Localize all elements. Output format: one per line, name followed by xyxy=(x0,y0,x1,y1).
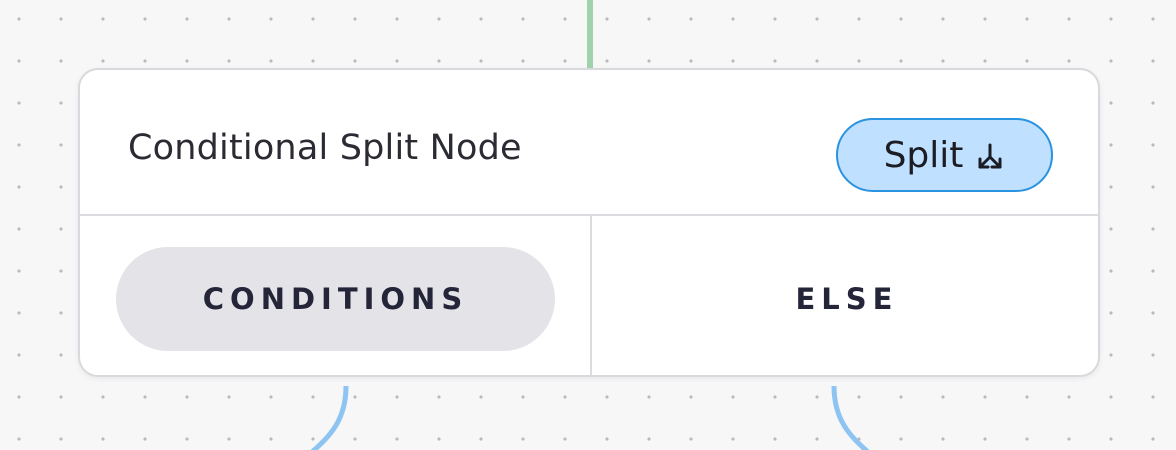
else-branch-label: ELSE xyxy=(795,282,899,316)
split-badge[interactable]: Split xyxy=(836,118,1053,192)
conditions-branch[interactable]: CONDITIONS xyxy=(116,247,555,351)
conditions-connector xyxy=(310,385,349,450)
else-connector xyxy=(831,385,870,450)
conditions-branch-label: CONDITIONS xyxy=(202,282,469,316)
else-branch[interactable]: ELSE xyxy=(592,247,1098,351)
node-header: Conditional Split Node Split xyxy=(80,70,1098,216)
split-arrows-icon xyxy=(975,142,1005,172)
conditional-split-node[interactable]: Conditional Split Node Split CONDITIONS … xyxy=(78,68,1100,377)
branch-row: CONDITIONS ELSE xyxy=(80,216,1098,375)
node-title: Conditional Split Node xyxy=(128,128,522,168)
split-badge-label: Split xyxy=(883,134,964,176)
